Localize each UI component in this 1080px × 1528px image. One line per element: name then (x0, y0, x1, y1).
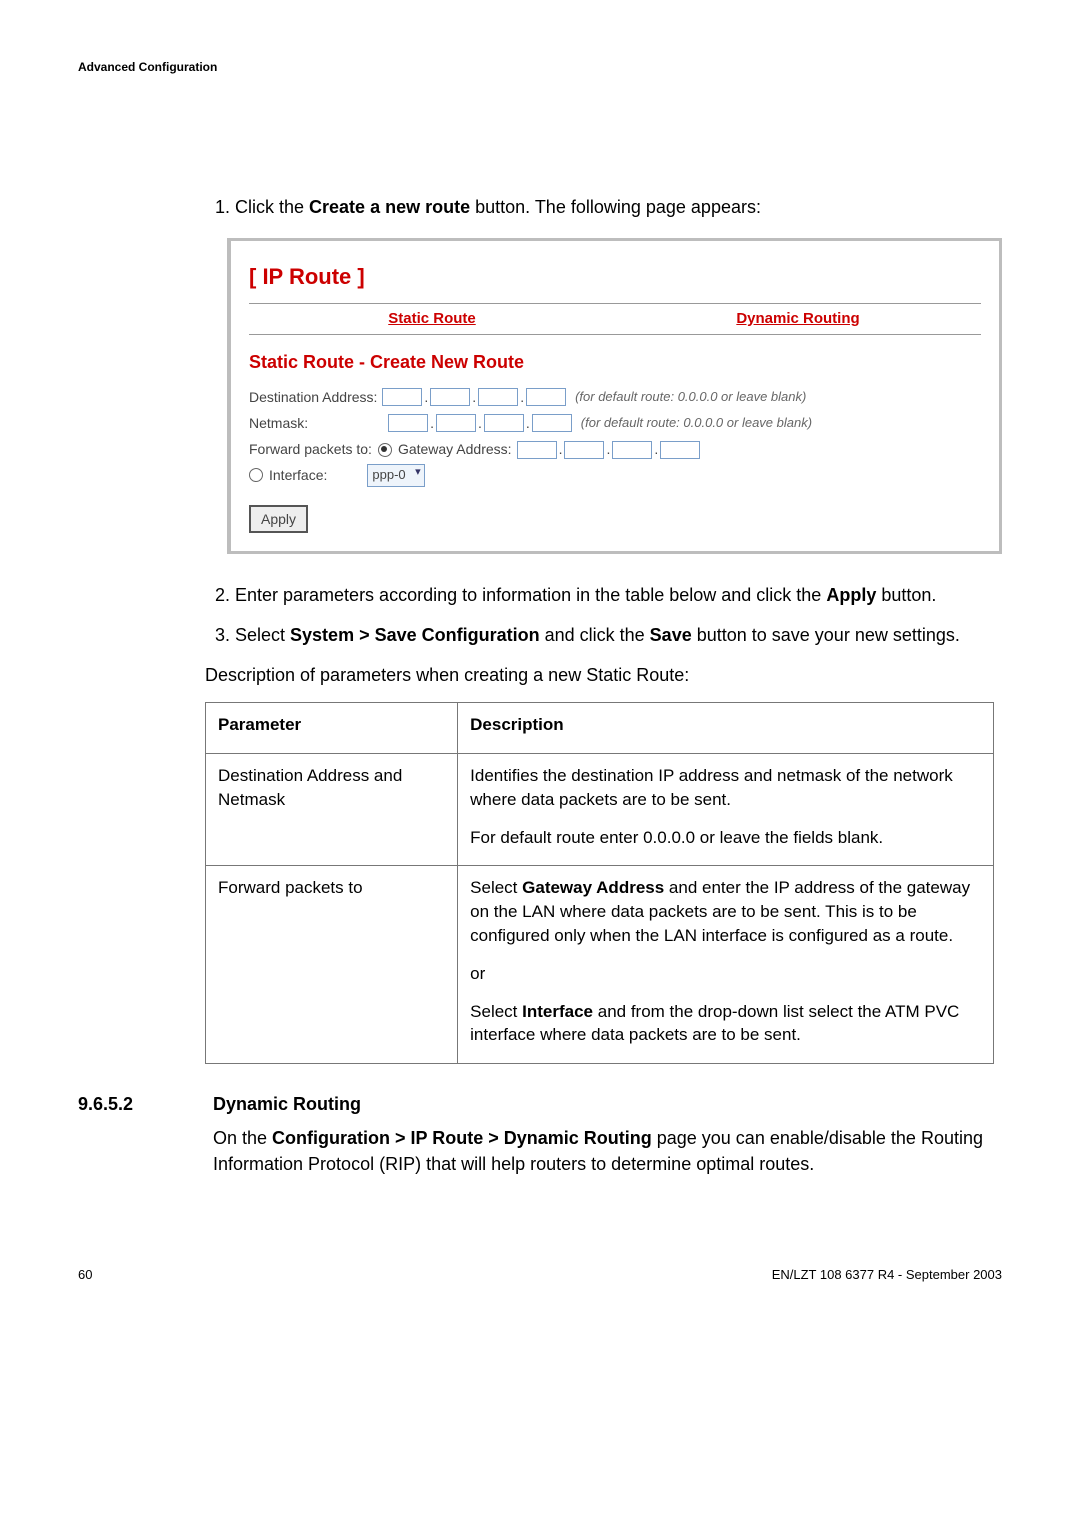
netmask-octet-4[interactable] (532, 414, 572, 432)
header-section: Advanced Configuration (78, 60, 1002, 74)
step2-bold: Apply (826, 585, 876, 605)
desc-2a: Select Gateway Address and enter the IP … (470, 876, 981, 947)
gw-octet-4[interactable] (660, 441, 700, 459)
section-body: On the Configuration > IP Route > Dynami… (213, 1125, 1002, 1177)
tab-static-route[interactable]: Static Route (249, 304, 615, 334)
step3-bold1: System > Save Configuration (290, 625, 540, 645)
netmask-label: Netmask: (249, 413, 308, 433)
step1-pre: Click the (235, 197, 309, 217)
th-description: Description (458, 703, 994, 754)
step3-pre: Select (235, 625, 290, 645)
dest-octet-3[interactable] (478, 388, 518, 406)
step-3: Select System > Save Configuration and c… (235, 622, 1002, 648)
table-row: Forward packets to Select Gateway Addres… (206, 866, 994, 1064)
interface-label: Interface: (269, 465, 327, 485)
step2-pre: Enter parameters according to informatio… (235, 585, 826, 605)
param-2: Forward packets to (206, 866, 458, 1064)
table-row: Destination Address and Netmask Identifi… (206, 753, 994, 865)
radio-interface[interactable] (249, 468, 263, 482)
gw-octet-2[interactable] (564, 441, 604, 459)
param-1: Destination Address and Netmask (206, 753, 458, 865)
step2-post: button. (876, 585, 936, 605)
dest-octet-4[interactable] (526, 388, 566, 406)
gw-octet-1[interactable] (517, 441, 557, 459)
dest-octet-1[interactable] (382, 388, 422, 406)
desc-intro: Description of parameters when creating … (205, 662, 1002, 688)
step3-mid: and click the (540, 625, 650, 645)
step3-post: button to save your new settings. (692, 625, 960, 645)
tab-dynamic-routing[interactable]: Dynamic Routing (615, 304, 981, 334)
dest-octet-2[interactable] (430, 388, 470, 406)
interface-select[interactable]: ppp-0 (367, 464, 424, 487)
gw-octet-3[interactable] (612, 441, 652, 459)
apply-button[interactable]: Apply (249, 505, 308, 533)
netmask-octet-1[interactable] (388, 414, 428, 432)
desc-1b: For default route enter 0.0.0.0 or leave… (470, 826, 981, 850)
steps-list: Click the Create a new route button. The… (213, 194, 1002, 648)
step1-post: button. The following page appears: (470, 197, 761, 217)
step-1: Click the Create a new route button. The… (235, 194, 1002, 554)
desc-2: Select Gateway Address and enter the IP … (458, 866, 994, 1064)
doc-id: EN/LZT 108 6377 R4 - September 2003 (772, 1267, 1002, 1282)
shot-subtitle: Static Route - Create New Route (249, 349, 981, 375)
desc-1: Identifies the destination IP address an… (458, 753, 994, 865)
dest-address-label: Destination Address: (249, 387, 377, 407)
tab-row: Static Route Dynamic Routing (249, 303, 981, 335)
netmask-octet-2[interactable] (436, 414, 476, 432)
dest-hint: (for default route: 0.0.0.0 or leave bla… (575, 388, 806, 407)
ip-route-screenshot: [ IP Route ] Static Route Dynamic Routin… (227, 238, 1002, 554)
forward-label: Forward packets to: (249, 439, 372, 459)
th-parameter: Parameter (206, 703, 458, 754)
step1-bold: Create a new route (309, 197, 470, 217)
desc-1a: Identifies the destination IP address an… (470, 764, 981, 812)
netmask-hint: (for default route: 0.0.0.0 or leave bla… (581, 414, 812, 433)
param-table: Parameter Description Destination Addres… (205, 702, 994, 1064)
shot-title: [ IP Route ] (249, 261, 981, 293)
section-number: 9.6.5.2 (78, 1094, 213, 1115)
page-number: 60 (78, 1267, 92, 1282)
netmask-octet-3[interactable] (484, 414, 524, 432)
section-title: Dynamic Routing (213, 1094, 361, 1115)
desc-2-or: or (470, 962, 981, 986)
desc-2b: Select Interface and from the drop-down … (470, 1000, 981, 1048)
gateway-label: Gateway Address: (398, 439, 512, 459)
footer: 60 EN/LZT 108 6377 R4 - September 2003 (78, 1267, 1002, 1282)
step3-bold2: Save (650, 625, 692, 645)
radio-gateway[interactable] (378, 443, 392, 457)
step-2: Enter parameters according to informatio… (235, 582, 1002, 608)
